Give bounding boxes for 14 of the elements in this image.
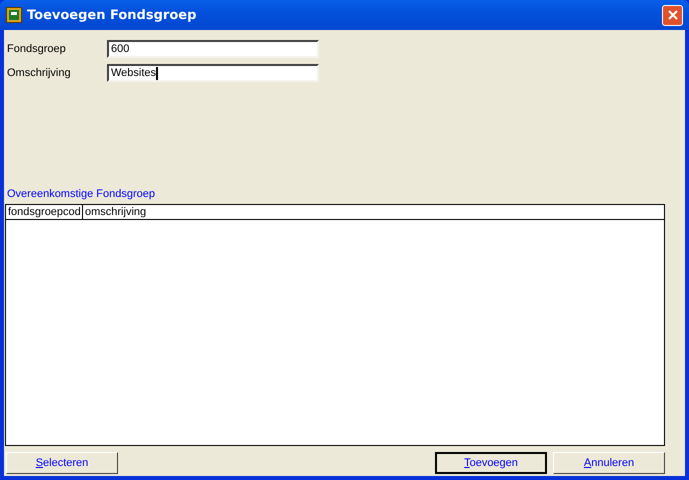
dialog-button[interactable]: Selecteren: [6, 452, 118, 474]
close-icon: [668, 10, 678, 20]
window-title: Toevoegen Fondsgroep: [27, 8, 198, 22]
input-field[interactable]: 600: [107, 40, 319, 58]
dialog-button[interactable]: Toevoegen: [435, 452, 547, 474]
column-header[interactable]: omschrijving: [83, 205, 148, 219]
dialog-button[interactable]: Annuleren: [553, 452, 665, 474]
input-field[interactable]: Websites: [107, 64, 319, 82]
field-label: Omschrijving: [7, 67, 72, 79]
section-title: Overeenkomstige Fondsgroep: [7, 188, 156, 200]
close-button[interactable]: [662, 4, 683, 26]
app-icon: [6, 7, 22, 23]
column-header[interactable]: fondsgroepcod: [6, 205, 83, 219]
field-label: Fondsgroep: [7, 43, 67, 55]
